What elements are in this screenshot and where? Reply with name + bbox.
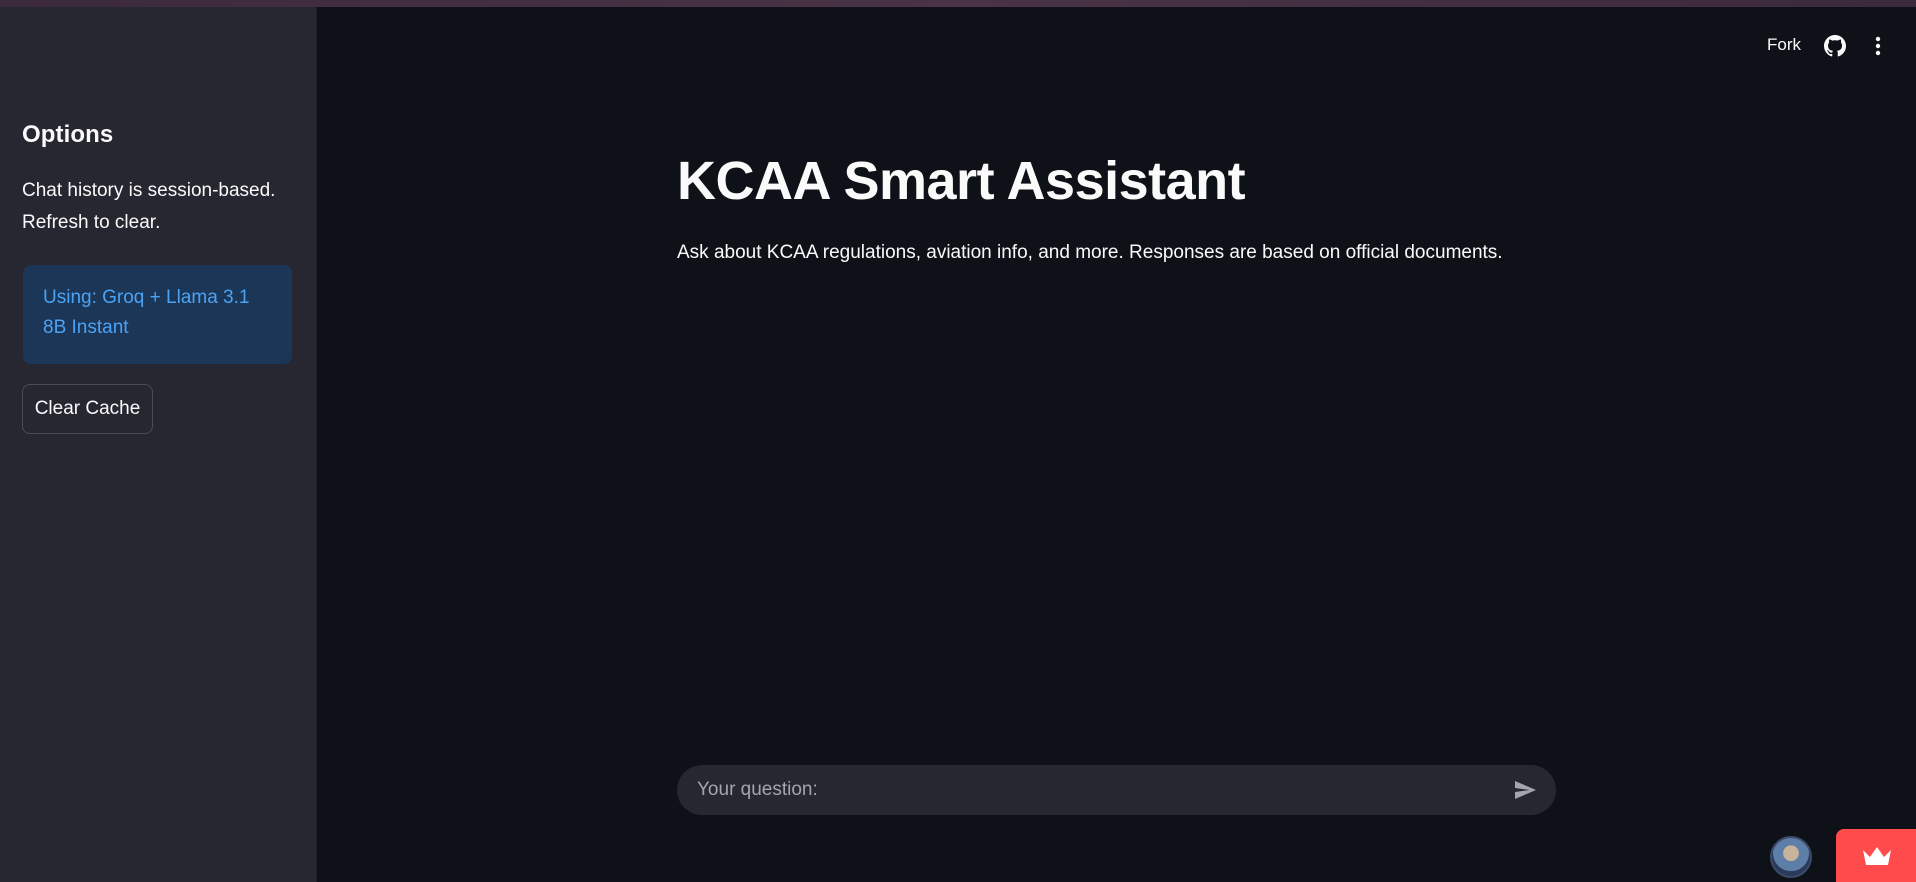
fork-link[interactable]: Fork xyxy=(1767,35,1801,55)
kebab-menu-icon[interactable] xyxy=(1867,34,1889,58)
page-title: KCAA Smart Assistant xyxy=(677,151,1246,211)
user-avatar[interactable] xyxy=(1770,836,1812,878)
sidebar: Options Chat history is session-based. R… xyxy=(0,7,317,882)
clear-cache-button[interactable]: Clear Cache xyxy=(22,384,153,434)
send-icon[interactable] xyxy=(1512,778,1538,802)
sidebar-description: Chat history is session-based. Refresh t… xyxy=(22,180,276,233)
github-icon[interactable] xyxy=(1824,35,1846,57)
page-subtitle: Ask about KCAA regulations, aviation inf… xyxy=(677,242,1503,263)
model-info-box: Using: Groq + Llama 3.1 8B Instant xyxy=(23,265,292,364)
chat-input-container xyxy=(677,765,1556,815)
top-decoration-bar xyxy=(0,0,1916,7)
crown-icon xyxy=(1863,847,1891,865)
sidebar-heading: Options xyxy=(22,121,114,148)
streamlit-badge[interactable] xyxy=(1836,829,1916,882)
chat-question-input[interactable] xyxy=(697,765,1477,815)
